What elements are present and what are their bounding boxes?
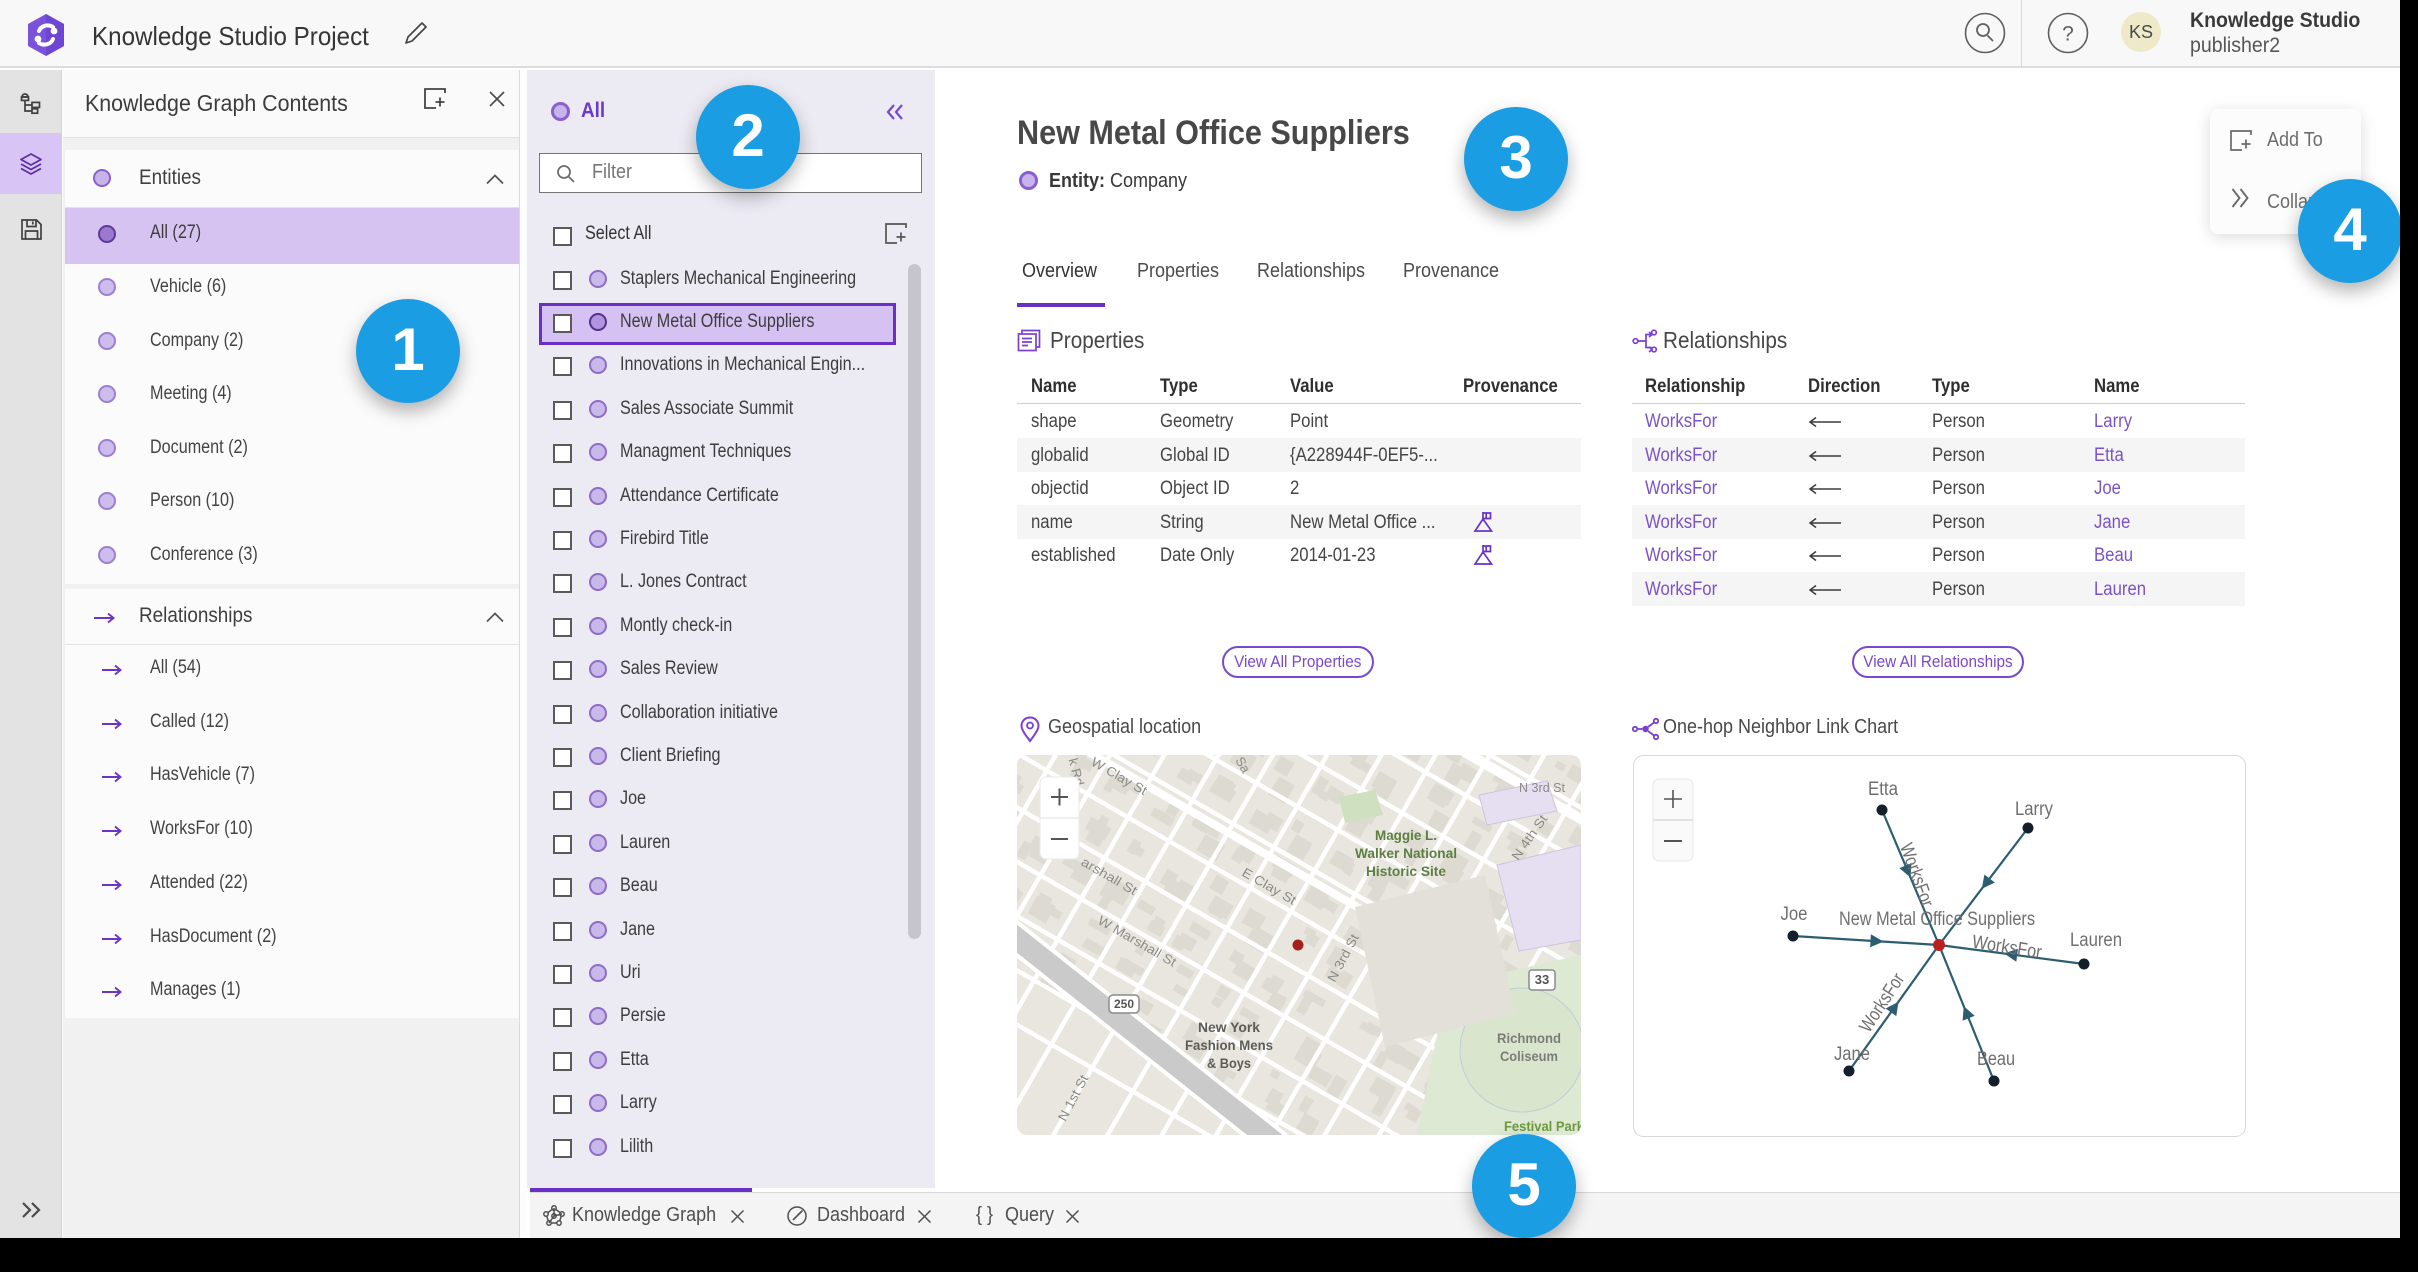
svg-text:250: 250 [1114,997,1134,1011]
svg-text:Jane: Jane [1834,1044,1870,1065]
svg-text:Joe: Joe [1781,904,1808,925]
svg-text:?: ? [2062,23,2074,46]
svg-text:Historic Site: Historic Site [1366,863,1446,879]
svg-text:Beau: Beau [1977,1049,2015,1070]
svg-text:N 3rd St: N 3rd St [1519,780,1565,795]
svg-text:& Boys: & Boys [1207,1055,1251,1071]
svg-text:Etta: Etta [1868,779,1898,800]
svg-text:Fashion Mens: Fashion Mens [1185,1037,1273,1053]
svg-text:New York: New York [1198,1019,1260,1035]
svg-text:Walker National: Walker National [1355,845,1457,861]
svg-text:Maggie L.: Maggie L. [1375,827,1437,843]
svg-text:Richmond: Richmond [1497,1030,1561,1046]
svg-text:33: 33 [1535,972,1549,987]
svg-text:Festival Park: Festival Park [1504,1118,1581,1134]
svg-text:New Metal Office Suppliers: New Metal Office Suppliers [1839,909,2035,930]
svg-text:Coliseum: Coliseum [1500,1048,1558,1064]
svg-text:Larry: Larry [2015,799,2053,820]
svg-text:Lauren: Lauren [2070,930,2122,951]
